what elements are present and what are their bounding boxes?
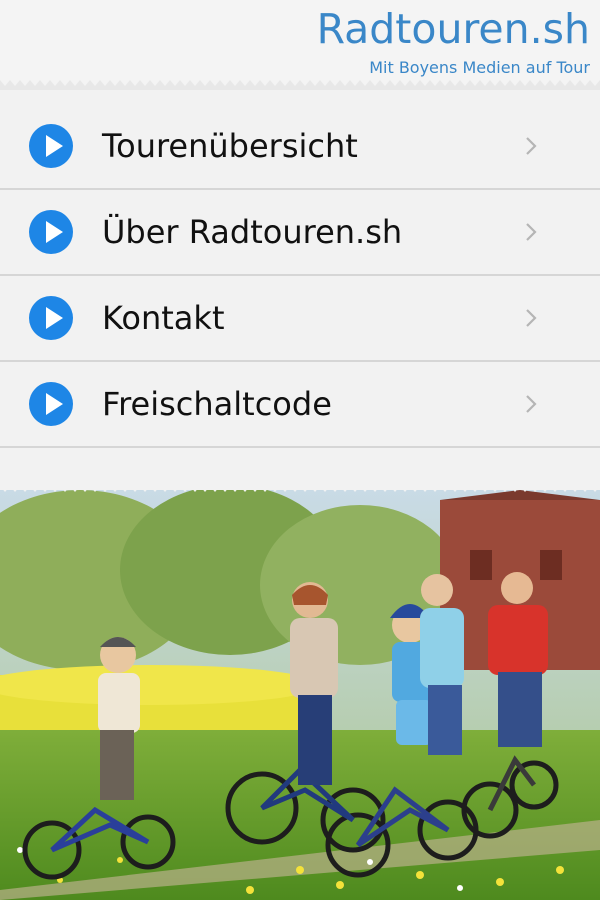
app-header: Radtouren.sh Mit Boyens Medien auf Tour [0, 0, 600, 82]
chevron-right-icon [526, 137, 537, 155]
family-cycling-photo [0, 490, 600, 900]
main-menu: Tourenübersicht Über Radtouren.sh Kontak… [0, 104, 600, 448]
play-circle-icon [29, 124, 73, 168]
menu-item-label: Über Radtouren.sh [102, 213, 403, 251]
chevron-right-icon [526, 223, 537, 241]
chevron-right-icon [526, 395, 537, 413]
menu-item-kontakt[interactable]: Kontakt [0, 276, 600, 362]
brand-subtitle: Mit Boyens Medien auf Tour [369, 58, 590, 77]
play-circle-icon [29, 382, 73, 426]
menu-item-ueber[interactable]: Über Radtouren.sh [0, 190, 600, 276]
play-circle-icon [29, 296, 73, 340]
menu-item-freischaltcode[interactable]: Freischaltcode [0, 362, 600, 448]
menu-item-label: Tourenübersicht [102, 127, 358, 165]
menu-item-tourenuebersicht[interactable]: Tourenübersicht [0, 104, 600, 190]
brand-title: Radtouren.sh [316, 5, 590, 53]
photo-zigzag-edge [0, 486, 600, 496]
header-zigzag-edge [0, 80, 600, 90]
menu-item-label: Kontakt [102, 299, 225, 337]
chevron-right-icon [526, 309, 537, 327]
play-circle-icon [29, 210, 73, 254]
menu-item-label: Freischaltcode [102, 385, 332, 423]
